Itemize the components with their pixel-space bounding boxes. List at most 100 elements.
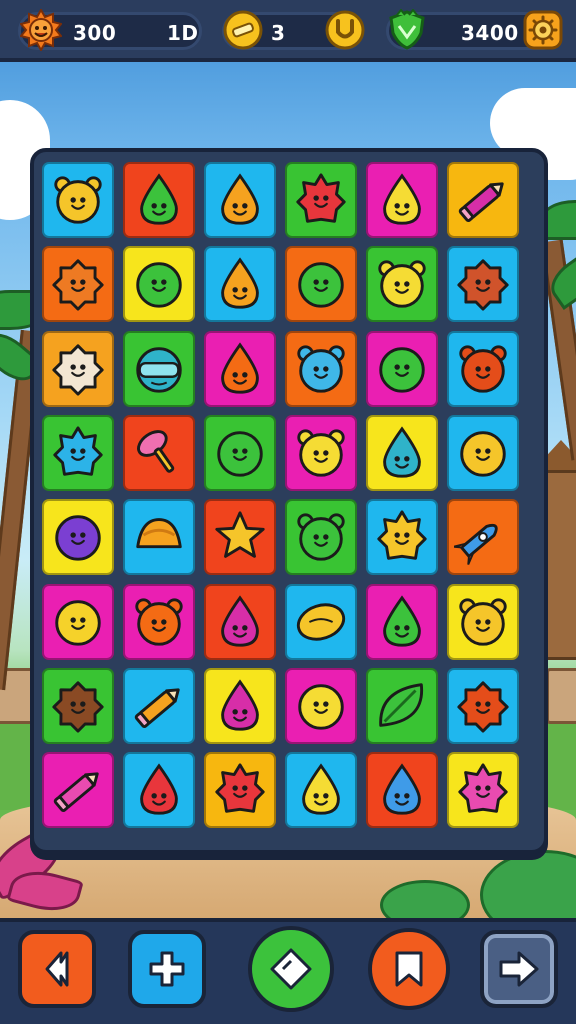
board-tile[interactable] <box>204 499 276 576</box>
board-tile[interactable] <box>42 330 114 407</box>
spiky-candy-icon <box>296 173 346 223</box>
pencil-candy-icon <box>134 688 180 728</box>
drop-candy-icon <box>383 594 421 647</box>
bear-candy-icon <box>459 597 507 646</box>
board-tile[interactable] <box>123 499 195 576</box>
board-tile[interactable] <box>42 667 114 744</box>
taco-candy-icon <box>136 518 182 549</box>
board-tile[interactable] <box>366 246 438 323</box>
board-tile[interactable] <box>204 583 276 660</box>
fuzzy-candy-icon <box>457 259 509 311</box>
board-tile[interactable] <box>447 246 519 323</box>
board-tile[interactable] <box>204 752 276 829</box>
board-tile[interactable] <box>204 162 276 238</box>
drop-candy-icon <box>140 173 178 225</box>
drop-candy-icon <box>383 426 421 478</box>
lemon-candy-icon <box>296 602 346 641</box>
board-tile[interactable] <box>204 414 276 491</box>
board-tile[interactable] <box>447 667 519 744</box>
board-tile[interactable] <box>42 499 114 576</box>
bookmark-icon <box>395 951 423 987</box>
board-tile[interactable] <box>366 499 438 576</box>
lives-value: 300 <box>73 21 117 45</box>
board-tile[interactable] <box>447 583 519 660</box>
spiky-candy-icon <box>215 763 265 813</box>
board-tile[interactable] <box>123 583 195 660</box>
round-candy-icon <box>136 262 182 308</box>
board-tile[interactable] <box>285 162 357 238</box>
board-tile[interactable] <box>447 414 519 491</box>
drop-candy-icon <box>140 763 178 815</box>
spiky-candy-icon <box>377 510 427 560</box>
board-tile[interactable] <box>285 752 357 829</box>
star-candy-icon <box>215 511 265 558</box>
board-tile[interactable] <box>123 667 195 744</box>
board-tile[interactable] <box>285 667 357 744</box>
gear-icon[interactable] <box>522 9 564 51</box>
board-tile[interactable] <box>366 414 438 491</box>
bear-candy-icon <box>459 344 507 393</box>
board-tile[interactable] <box>42 583 114 660</box>
round-candy-icon <box>460 431 506 477</box>
board-tile[interactable] <box>285 499 357 576</box>
bear-candy-icon <box>297 344 345 393</box>
mask-candy-icon <box>136 346 182 393</box>
bottom-toolbar <box>0 918 576 1024</box>
drop-candy-icon <box>383 763 421 815</box>
fuzzy-candy-icon <box>52 259 104 311</box>
board-tile[interactable] <box>447 162 519 238</box>
board-tile[interactable] <box>204 246 276 323</box>
gems-value: 3400 <box>461 21 519 45</box>
board-tile[interactable] <box>123 330 195 407</box>
plus-icon <box>149 951 185 987</box>
board-tile[interactable] <box>447 499 519 576</box>
diamond-icon <box>270 948 312 990</box>
pencil-candy-icon <box>53 772 99 813</box>
coins-value: 3 <box>271 21 286 45</box>
back-button[interactable] <box>18 930 96 1008</box>
arrow-right-icon <box>499 951 539 987</box>
fence-right <box>546 668 576 724</box>
board-tile[interactable] <box>447 752 519 829</box>
drop-candy-icon <box>221 341 259 394</box>
next-button[interactable] <box>480 930 558 1008</box>
back-icon <box>45 951 69 987</box>
board-tile[interactable] <box>123 752 195 829</box>
board-tile[interactable] <box>123 414 195 491</box>
board-tile[interactable] <box>42 414 114 491</box>
round-candy-icon <box>379 346 425 393</box>
board-tile[interactable] <box>366 667 438 744</box>
bookmark-button[interactable] <box>368 928 450 1010</box>
board-tile[interactable] <box>285 414 357 491</box>
round-candy-icon <box>55 599 101 646</box>
board-tile[interactable] <box>366 752 438 829</box>
board-tile[interactable] <box>285 246 357 323</box>
board-tile[interactable] <box>204 667 276 744</box>
add-button[interactable] <box>128 930 206 1008</box>
board-tile[interactable] <box>366 583 438 660</box>
board-tile[interactable] <box>42 752 114 829</box>
board-tile[interactable] <box>204 330 276 407</box>
moves-value: 1D <box>167 21 199 45</box>
board-tile[interactable] <box>285 583 357 660</box>
fuzzy-candy-icon <box>457 681 509 733</box>
fuzzy-candy-icon <box>52 343 104 396</box>
board-tile[interactable] <box>447 330 519 407</box>
board-tile[interactable] <box>366 330 438 407</box>
drop-candy-icon <box>221 594 259 647</box>
board-tile[interactable] <box>366 162 438 238</box>
play-button[interactable] <box>248 926 334 1012</box>
board-tile[interactable] <box>123 246 195 323</box>
drop-candy-icon <box>221 173 259 225</box>
round-candy-icon <box>298 684 344 730</box>
board-tile[interactable] <box>42 162 114 238</box>
board-tile[interactable] <box>285 330 357 407</box>
coin-icon <box>222 9 264 51</box>
bear-candy-icon <box>135 597 183 646</box>
board-tile[interactable] <box>42 246 114 323</box>
game-board <box>30 148 548 854</box>
rocket-candy-icon <box>454 524 498 566</box>
green-shield-icon <box>386 9 428 51</box>
board-tile[interactable] <box>123 162 195 238</box>
coin-u-icon[interactable] <box>324 9 366 51</box>
